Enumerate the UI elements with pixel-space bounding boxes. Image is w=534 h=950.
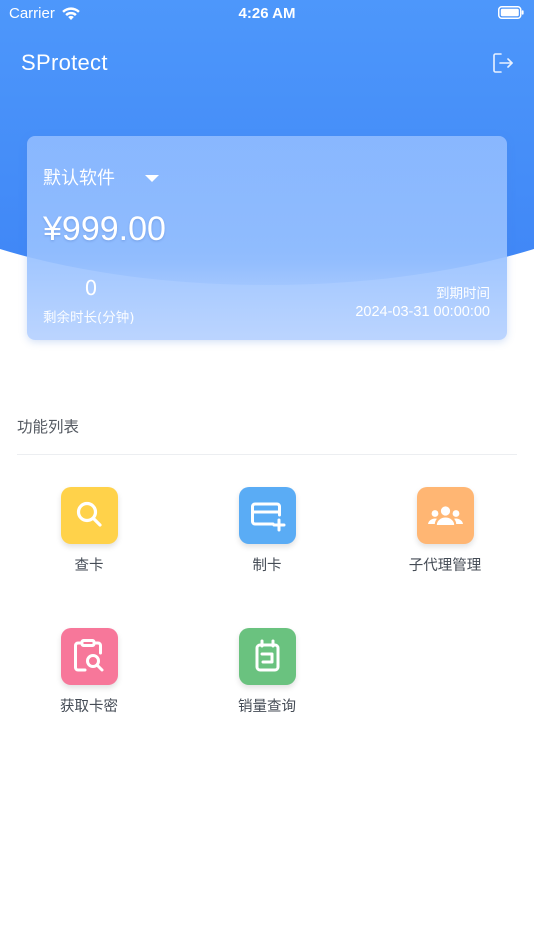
func-label: 子代理管理 [408,558,482,574]
func-label: 查卡 [74,558,104,574]
func-label: 销量查询 [238,699,296,715]
card-add-icon [238,487,296,544]
software-selector[interactable]: 默认软件 [43,164,159,190]
func-check-card[interactable]: 查卡 [19,487,159,575]
func-label: 制卡 [252,558,282,574]
search-icon [60,487,118,544]
users-icon [416,487,474,544]
expire-time-value: 2024-03-31 00:00:00 [355,304,490,320]
software-name: 默认软件 [43,168,115,189]
caret-down-icon [145,175,159,182]
logout-icon[interactable] [492,52,514,74]
app-title: SProtect [21,50,108,75]
func-sales-query[interactable]: 销量查询 [197,628,337,716]
status-time: 4:26 AM [238,5,296,22]
expire-time-label: 到期时间 [436,286,490,302]
remaining-time-label: 剩余时长(分钟) [43,310,135,326]
func-get-card-key[interactable]: 获取卡密 [19,628,159,716]
clipboard-search-icon [60,628,118,685]
sales-icon [238,628,296,685]
func-label: 获取卡密 [60,699,118,715]
account-card: 默认软件 ¥999.00 0 剩余时长(分钟) 到期时间 2024-03-31 … [27,136,507,340]
battery-icon [498,6,524,19]
balance-amount: ¥999.00 [43,210,166,248]
status-bar: Carrier 4:26 AM [0,0,534,28]
func-make-card[interactable]: 制卡 [197,487,337,575]
remaining-time-value: 0 [84,276,98,300]
app-screen: Carrier 4:26 AM SProtect 默认软件 ¥999.00 0 … [0,0,534,950]
section-title: 功能列表 [17,418,80,436]
func-sub-agent[interactable]: 子代理管理 [375,487,515,575]
section-divider [17,454,517,455]
